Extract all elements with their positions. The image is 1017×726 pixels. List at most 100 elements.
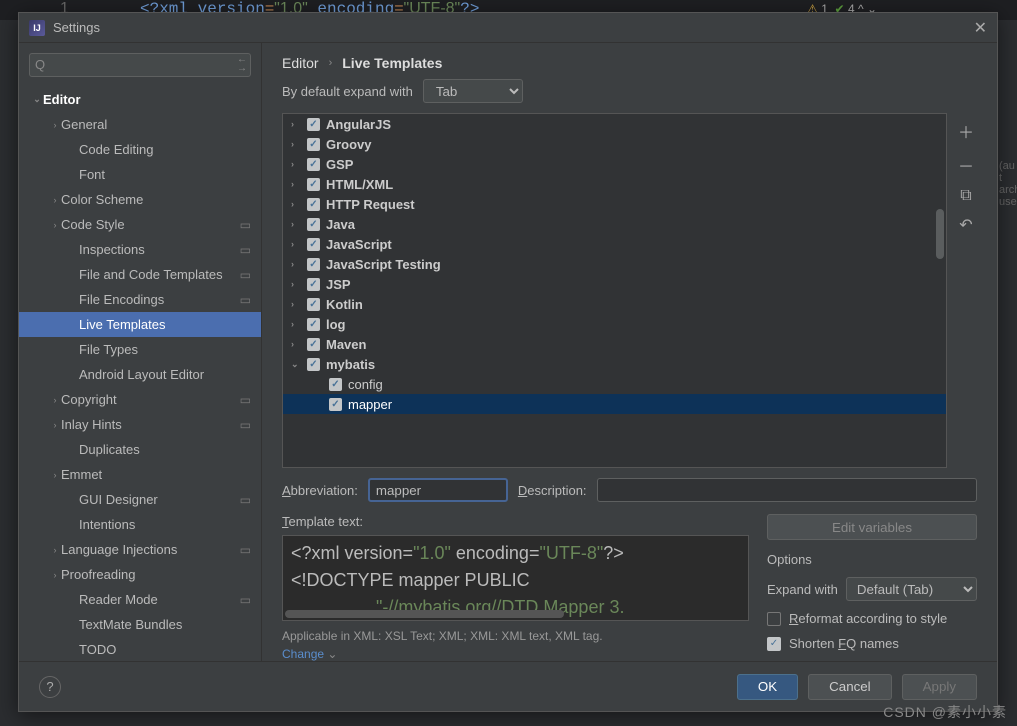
gear-icon: ▭: [240, 393, 251, 407]
applicable-text: Applicable in XML: XSL Text; XML; XML: X…: [282, 629, 749, 643]
add-icon[interactable]: ＋: [958, 119, 974, 143]
reformat-checkbox[interactable]: [767, 612, 781, 626]
sidebar-item-duplicates[interactable]: Duplicates: [19, 437, 261, 462]
shorten-label: Shorten FQ names: [789, 636, 899, 651]
search-input[interactable]: [29, 53, 251, 77]
template-item-kotlin[interactable]: ›✓Kotlin: [283, 294, 946, 314]
sidebar-item-live-templates[interactable]: Live Templates: [19, 312, 261, 337]
expand-select[interactable]: Tab: [423, 79, 523, 103]
sidebar-item-proofreading[interactable]: ›Proofreading: [19, 562, 261, 587]
h-scrollbar[interactable]: [285, 610, 564, 618]
scrollbar[interactable]: [936, 209, 944, 259]
settings-dialog: IJ Settings ✕ Q ←→ ⌄Editor›GeneralCode E…: [18, 12, 998, 712]
sidebar-item-intentions[interactable]: Intentions: [19, 512, 261, 537]
template-item-html-xml[interactable]: ›✓HTML/XML: [283, 174, 946, 194]
copy-icon[interactable]: ⧉: [960, 187, 971, 205]
checkbox[interactable]: ✓: [307, 118, 320, 131]
gear-icon: ▭: [240, 543, 251, 557]
sidebar-item-gui-designer[interactable]: GUI Designer▭: [19, 487, 261, 512]
checkbox[interactable]: ✓: [307, 238, 320, 251]
gear-icon: ▭: [240, 593, 251, 607]
gear-icon: ▭: [240, 218, 251, 232]
template-item-angularjs[interactable]: ›✓AngularJS: [283, 114, 946, 134]
template-item-javascript-testing[interactable]: ›✓JavaScript Testing: [283, 254, 946, 274]
sidebar-item-emmet[interactable]: ›Emmet: [19, 462, 261, 487]
change-link[interactable]: Change: [282, 647, 749, 661]
checkbox[interactable]: ✓: [307, 198, 320, 211]
sidebar-item-file-types[interactable]: File Types: [19, 337, 261, 362]
sidebar-item-file-and-code-templates[interactable]: File and Code Templates▭: [19, 262, 261, 287]
sidebar-item-general[interactable]: ›General: [19, 112, 261, 137]
sidebar-item-file-encodings[interactable]: File Encodings▭: [19, 287, 261, 312]
gear-icon: ▭: [240, 418, 251, 432]
sidebar-item-inlay-hints[interactable]: ›Inlay Hints▭: [19, 412, 261, 437]
help-button[interactable]: ?: [39, 676, 61, 698]
template-item-http-request[interactable]: ›✓HTTP Request: [283, 194, 946, 214]
checkbox[interactable]: ✓: [307, 298, 320, 311]
sidebar-item-code-style[interactable]: ›Code Style▭: [19, 212, 261, 237]
sidebar-item-android-layout-editor[interactable]: Android Layout Editor: [19, 362, 261, 387]
description-input[interactable]: [597, 478, 977, 502]
gear-icon: ▭: [240, 293, 251, 307]
sidebar-item-copyright[interactable]: ›Copyright▭: [19, 387, 261, 412]
checkbox[interactable]: ✓: [307, 138, 320, 151]
close-icon[interactable]: ✕: [974, 18, 987, 38]
sidebar-item-inspections[interactable]: Inspections▭: [19, 237, 261, 262]
sidebar-item-textmate-bundles[interactable]: TextMate Bundles: [19, 612, 261, 637]
remove-icon[interactable]: －: [958, 153, 974, 177]
cancel-button[interactable]: Cancel: [808, 674, 892, 700]
dialog-title: Settings: [53, 20, 974, 35]
sidebar-item-language-injections[interactable]: ›Language Injections▭: [19, 537, 261, 562]
template-text-label: Template text:: [282, 514, 749, 529]
reformat-label: Reformat according to style: [789, 611, 947, 626]
template-text-area[interactable]: <?xml version="1.0" encoding="UTF-8"?> <…: [282, 535, 749, 621]
template-item-maven[interactable]: ›✓Maven: [283, 334, 946, 354]
right-gutter: (aut archuse: [999, 160, 1017, 208]
checkbox[interactable]: ✓: [307, 338, 320, 351]
shorten-checkbox[interactable]: ✓: [767, 637, 781, 651]
template-item-config[interactable]: ✓config: [283, 374, 946, 394]
checkbox[interactable]: ✓: [307, 178, 320, 191]
checkbox[interactable]: ✓: [307, 278, 320, 291]
apply-button: Apply: [902, 674, 977, 700]
settings-tree[interactable]: ⌄Editor›GeneralCode EditingFont›Color Sc…: [19, 87, 261, 661]
sidebar-item-code-editing[interactable]: Code Editing: [19, 137, 261, 162]
template-item-mybatis[interactable]: ⌄✓mybatis: [283, 354, 946, 374]
checkbox[interactable]: ✓: [329, 378, 342, 391]
template-list[interactable]: ›✓AngularJS›✓Groovy›✓GSP›✓HTML/XML›✓HTTP…: [282, 113, 947, 468]
checkbox[interactable]: ✓: [307, 358, 320, 371]
sidebar-item-editor[interactable]: ⌄Editor: [19, 87, 261, 112]
options-label: Options: [767, 552, 977, 567]
template-item-jsp[interactable]: ›✓JSP: [283, 274, 946, 294]
checkbox[interactable]: ✓: [307, 158, 320, 171]
template-item-gsp[interactable]: ›✓GSP: [283, 154, 946, 174]
checkbox[interactable]: ✓: [307, 258, 320, 271]
gear-icon: ▭: [240, 493, 251, 507]
checkbox[interactable]: ✓: [307, 318, 320, 331]
template-item-log[interactable]: ›✓log: [283, 314, 946, 334]
titlebar: IJ Settings ✕: [19, 13, 997, 43]
breadcrumb: Editor › Live Templates: [262, 43, 997, 79]
search-icon: Q: [35, 57, 45, 72]
expand-with-select[interactable]: Default (Tab): [846, 577, 977, 601]
dialog-buttonbar: ? OK Cancel Apply: [19, 661, 997, 711]
history-icon[interactable]: ←→: [237, 55, 247, 73]
sidebar-item-todo[interactable]: TODO: [19, 637, 261, 661]
abbreviation-input[interactable]: [368, 478, 508, 502]
ok-button[interactable]: OK: [737, 674, 798, 700]
settings-sidebar: Q ←→ ⌄Editor›GeneralCode EditingFont›Col…: [19, 43, 262, 661]
revert-icon[interactable]: ↶: [959, 215, 972, 235]
gear-icon: ▭: [240, 243, 251, 257]
sidebar-item-font[interactable]: Font: [19, 162, 261, 187]
template-item-javascript[interactable]: ›✓JavaScript: [283, 234, 946, 254]
checkbox[interactable]: ✓: [307, 218, 320, 231]
template-item-mapper[interactable]: ✓mapper: [283, 394, 946, 414]
sidebar-item-color-scheme[interactable]: ›Color Scheme: [19, 187, 261, 212]
template-item-java[interactable]: ›✓Java: [283, 214, 946, 234]
checkbox[interactable]: ✓: [329, 398, 342, 411]
desc-label: Description:: [518, 483, 587, 498]
edit-variables-button: Edit variables: [767, 514, 977, 540]
template-item-groovy[interactable]: ›✓Groovy: [283, 134, 946, 154]
sidebar-item-reader-mode[interactable]: Reader Mode▭: [19, 587, 261, 612]
chevron-right-icon: ›: [329, 57, 333, 69]
